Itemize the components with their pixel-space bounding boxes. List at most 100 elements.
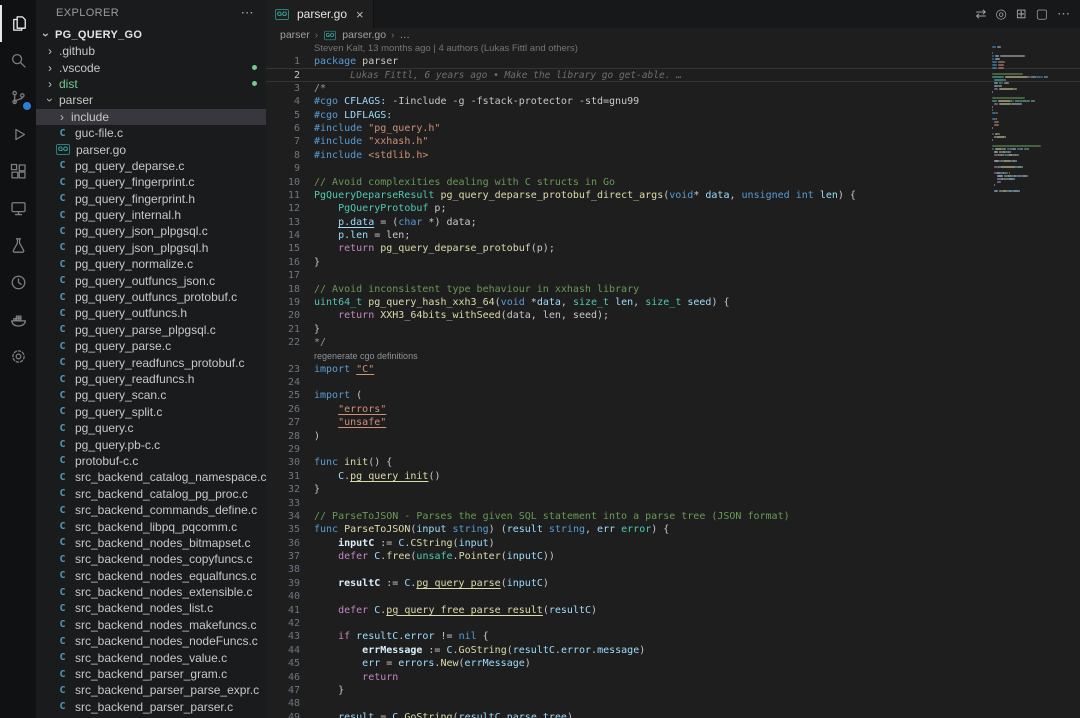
editor[interactable]: Steven Kalt, 13 months ago | 4 authors (… bbox=[266, 42, 1080, 718]
file-item[interactable]: GOparser.go bbox=[36, 141, 266, 157]
line-content[interactable]: defer C.free(unsafe.Pointer(inputC)) bbox=[300, 550, 555, 563]
code-line[interactable]: 19uint64_t pg_query_hash_xxh3_64(void *d… bbox=[266, 296, 1080, 309]
codelens[interactable]: regenerate cgo definitions bbox=[266, 350, 1080, 363]
line-content[interactable]: // Avoid inconsistent type behaviour in … bbox=[300, 283, 639, 296]
line-content[interactable] bbox=[300, 443, 314, 456]
code-line[interactable]: 31 C.pg_query_init() bbox=[266, 470, 1080, 483]
sidebar-more-icon[interactable]: ⋯ bbox=[241, 5, 254, 21]
line-content[interactable]: return bbox=[300, 671, 398, 684]
file-item[interactable]: Csrc_backend_commands_define.c bbox=[36, 502, 266, 518]
line-content[interactable]: } bbox=[300, 256, 320, 269]
remote-explorer-icon[interactable] bbox=[0, 190, 36, 227]
file-item[interactable]: Cpg_query_json_plpgsql.c bbox=[36, 223, 266, 239]
source-control-icon[interactable] bbox=[0, 79, 36, 116]
code-line[interactable]: 22*/ bbox=[266, 336, 1080, 349]
code-line[interactable]: 33 bbox=[266, 497, 1080, 510]
code-line[interactable]: 43 if resultC.error != nil { bbox=[266, 630, 1080, 643]
line-content[interactable]: #cgo LDFLAGS: bbox=[300, 109, 392, 122]
code-line[interactable]: 21} bbox=[266, 323, 1080, 336]
explorer-icon[interactable] bbox=[0, 5, 36, 42]
code-line[interactable]: 39 resultC := C.pg_query_parse(inputC) bbox=[266, 577, 1080, 590]
line-content[interactable]: #include <stdlib.h> bbox=[300, 149, 428, 162]
line-content[interactable]: #include "pg_query.h" bbox=[300, 122, 440, 135]
file-item[interactable]: Csrc_backend_parser_parser.c bbox=[36, 699, 266, 715]
code-line[interactable]: 49 result = C.GoString(resultC.parse_tre… bbox=[266, 711, 1080, 718]
file-item[interactable]: Csrc_backend_libpq_pqcomm.c bbox=[36, 518, 266, 534]
folder-item[interactable]: ›include bbox=[36, 109, 266, 125]
close-tab-icon[interactable]: × bbox=[356, 7, 364, 22]
code-line[interactable]: 15 return pg_query_deparse_protobuf(p); bbox=[266, 242, 1080, 255]
file-item[interactable]: Csrc_backend_nodes_value.c bbox=[36, 649, 266, 665]
line-content[interactable]: */ bbox=[300, 336, 326, 349]
code-line[interactable]: 4#cgo CFLAGS: -Iinclude -g -fstack-prote… bbox=[266, 95, 1080, 108]
file-item[interactable]: Csrc_backend_nodes_nodeFuncs.c bbox=[36, 633, 266, 649]
file-item[interactable]: Cpg_query_scan.c bbox=[36, 387, 266, 403]
settings-icon[interactable] bbox=[0, 338, 36, 375]
folder-item[interactable]: ›.vscode bbox=[36, 59, 266, 75]
file-item[interactable]: Csrc_backend_catalog_pg_proc.c bbox=[36, 486, 266, 502]
file-item[interactable]: Cpg_query_json_plpgsql.h bbox=[36, 240, 266, 256]
line-content[interactable]: } bbox=[300, 483, 320, 496]
code-line[interactable]: 28) bbox=[266, 430, 1080, 443]
code-line[interactable]: 6#include "pg_query.h" bbox=[266, 122, 1080, 135]
line-content[interactable] bbox=[300, 497, 314, 510]
code-line[interactable]: 11PgQueryDeparseResult pg_query_deparse_… bbox=[266, 189, 1080, 202]
line-content[interactable]: // ParseToJSON - Parses the given SQL st… bbox=[300, 510, 790, 523]
line-content[interactable]: } bbox=[300, 684, 344, 697]
code-line[interactable]: 40 bbox=[266, 590, 1080, 603]
line-content[interactable]: if resultC.error != nil { bbox=[300, 630, 489, 643]
line-content[interactable]: err = errors.New(errMessage) bbox=[300, 657, 531, 670]
code-line[interactable]: 10// Avoid complexities dealing with C s… bbox=[266, 176, 1080, 189]
file-item[interactable]: Csrc_backend_nodes_makefuncs.c bbox=[36, 617, 266, 633]
layout-icon[interactable]: ▢ bbox=[1036, 6, 1048, 22]
line-content[interactable] bbox=[300, 697, 314, 710]
file-item[interactable]: Cguc-file.c bbox=[36, 125, 266, 141]
search-icon[interactable] bbox=[0, 42, 36, 79]
code-line[interactable]: 13 p.data = (char *) data; bbox=[266, 216, 1080, 229]
timeline-icon[interactable] bbox=[0, 264, 36, 301]
line-content[interactable]: // Avoid complexities dealing with C str… bbox=[300, 176, 615, 189]
code-line[interactable]: 25import ( bbox=[266, 389, 1080, 402]
code-line[interactable]: 29 bbox=[266, 443, 1080, 456]
line-content[interactable]: Lukas Fittl, 6 years ago • Make the libr… bbox=[300, 69, 682, 80]
line-content[interactable]: p.len = len; bbox=[300, 229, 410, 242]
file-item[interactable]: Csrc_backend_nodes_extensible.c bbox=[36, 584, 266, 600]
code-line[interactable]: 41 defer C.pg_query_free_parse_result(re… bbox=[266, 604, 1080, 617]
blame-annotate-icon[interactable]: ◎ bbox=[995, 6, 1006, 22]
line-content[interactable]: import ( bbox=[300, 389, 362, 402]
line-content[interactable]: import "C" bbox=[300, 363, 374, 376]
code-line[interactable]: 47 } bbox=[266, 684, 1080, 697]
code-line[interactable]: 44 errMessage := C.GoString(resultC.erro… bbox=[266, 644, 1080, 657]
file-item[interactable]: Cpg_query_fingerprint.c bbox=[36, 174, 266, 190]
file-item[interactable]: Csrc_backend_nodes_copyfuncs.c bbox=[36, 551, 266, 567]
line-content[interactable]: errMessage := C.GoString(resultC.error.m… bbox=[300, 644, 645, 657]
file-item[interactable]: Cpg_query_normalize.c bbox=[36, 256, 266, 272]
code-line[interactable]: 20 return XXH3_64bits_withSeed(data, len… bbox=[266, 309, 1080, 322]
line-content[interactable]: func ParseToJSON(input string) (result s… bbox=[300, 523, 669, 536]
line-content[interactable] bbox=[300, 269, 314, 282]
docker-icon[interactable] bbox=[0, 301, 36, 338]
code-line[interactable]: 14 p.len = len; bbox=[266, 229, 1080, 242]
code-line[interactable]: 36 inputC := C.CString(input) bbox=[266, 537, 1080, 550]
line-content[interactable] bbox=[300, 617, 314, 630]
open-changes-icon[interactable]: ⇄ bbox=[976, 6, 987, 22]
line-content[interactable]: ) bbox=[300, 430, 320, 443]
line-content[interactable]: p.data = (char *) data; bbox=[300, 216, 477, 229]
breadcrumb-item[interactable]: … bbox=[400, 29, 411, 41]
line-content[interactable]: uint64_t pg_query_hash_xxh3_64(void *dat… bbox=[300, 296, 730, 309]
file-item[interactable]: Csrc_backend_catalog_namespace.c bbox=[36, 469, 266, 485]
code-line[interactable]: 18// Avoid inconsistent type behaviour i… bbox=[266, 283, 1080, 296]
line-content[interactable]: C.pg_query_init() bbox=[300, 470, 440, 483]
line-content[interactable]: return pg_query_deparse_protobuf(p); bbox=[300, 242, 555, 255]
file-item[interactable]: Cpg_query_outfuncs.h bbox=[36, 305, 266, 321]
line-content[interactable]: return XXH3_64bits_withSeed(data, len, s… bbox=[300, 309, 609, 322]
line-content[interactable]: #cgo CFLAGS: -Iinclude -g -fstack-protec… bbox=[300, 95, 639, 108]
code-line[interactable]: 1package parser bbox=[266, 55, 1080, 68]
code-line[interactable]: 35func ParseToJSON(input string) (result… bbox=[266, 523, 1080, 536]
code-line[interactable]: 37 defer C.free(unsafe.Pointer(inputC)) bbox=[266, 550, 1080, 563]
code-line[interactable]: 26 "errors" bbox=[266, 403, 1080, 416]
minimap[interactable] bbox=[992, 46, 1076, 193]
line-content[interactable]: func init() { bbox=[300, 456, 392, 469]
line-content[interactable]: "errors" bbox=[300, 403, 386, 416]
code-line[interactable]: 45 err = errors.New(errMessage) bbox=[266, 657, 1080, 670]
